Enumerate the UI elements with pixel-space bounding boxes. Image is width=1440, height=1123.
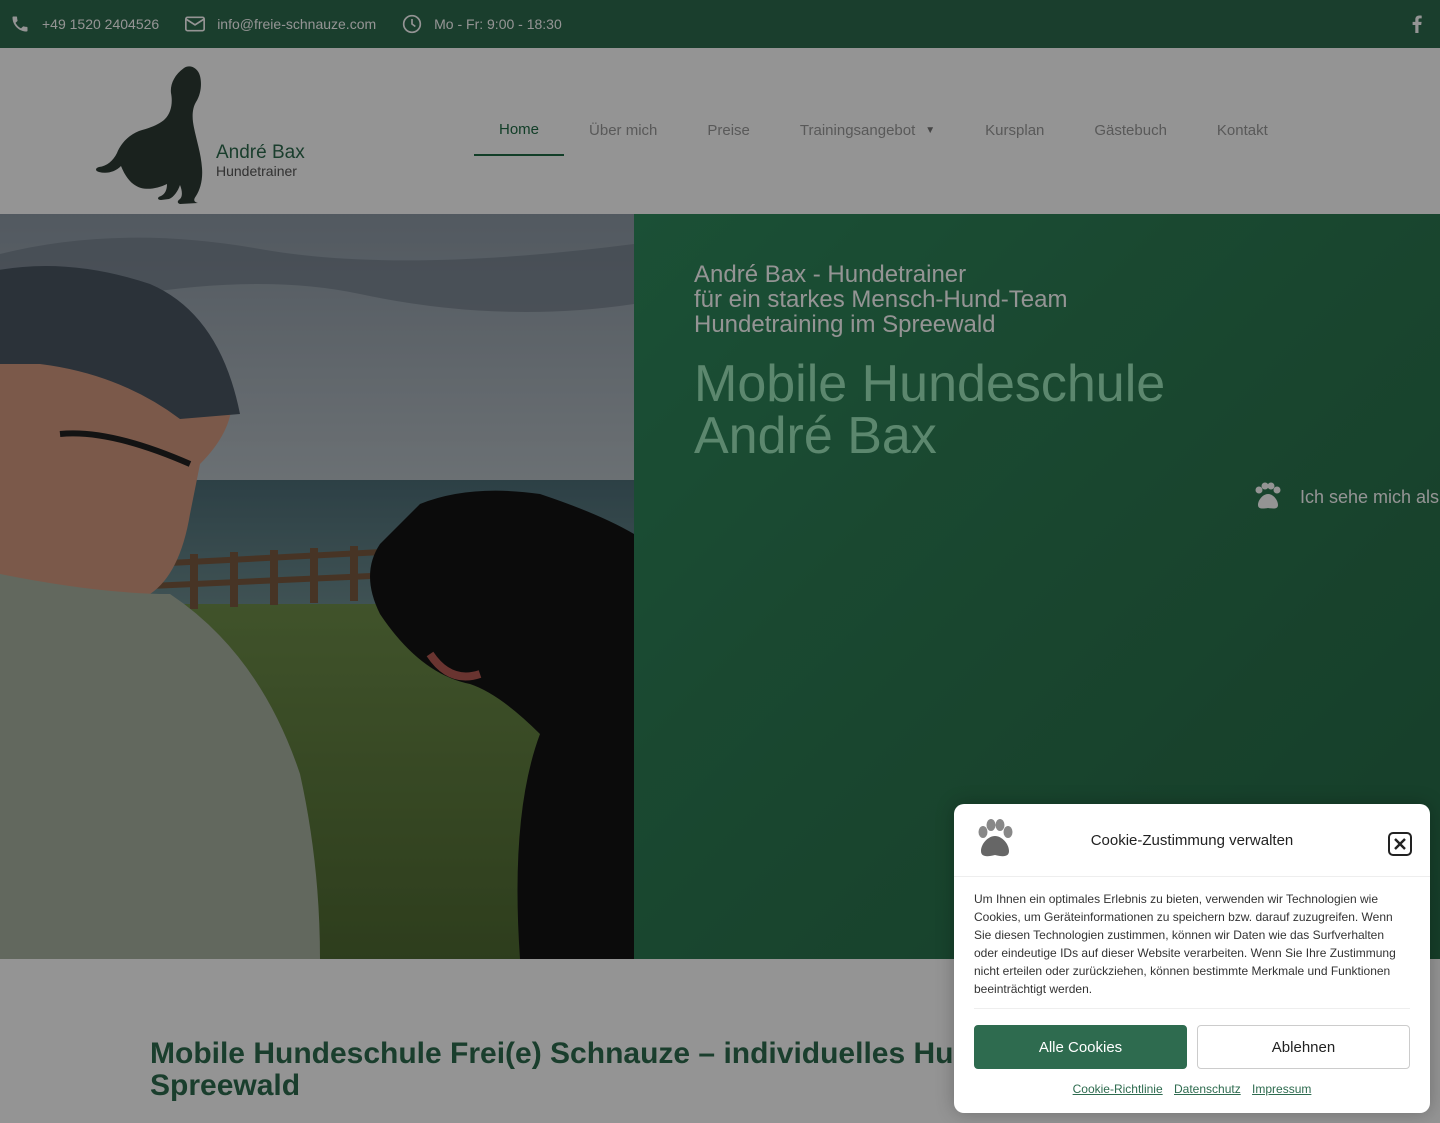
paw-icon xyxy=(1255,482,1281,509)
envelope-icon xyxy=(185,16,206,32)
cookie-dialog-links: Cookie-Richtlinie Datenschutz Impressum xyxy=(954,1082,1430,1096)
site-logo[interactable]: André Bax Hundetrainer xyxy=(92,60,332,205)
logo-tagline: Hundetrainer xyxy=(216,163,297,179)
clock-icon xyxy=(402,14,422,34)
ticker-text: Ich sehe mich als xyxy=(1300,486,1440,507)
hero-photo xyxy=(0,214,634,959)
top-bar: +49 1520 2404526 info@freie-schnauze.com… xyxy=(0,0,1440,48)
nav-item-home[interactable]: Home xyxy=(474,106,565,156)
nav-item-label: Trainingsangebot xyxy=(799,122,916,139)
phone-icon xyxy=(12,16,28,32)
nav-item-label: Preise xyxy=(707,122,750,139)
phone-number: +49 1520 2404526 xyxy=(42,16,160,32)
cookie-dialog-title: Cookie-Zustimmung verwalten xyxy=(1090,832,1294,849)
cookie-policy-link[interactable]: Cookie-Richtlinie xyxy=(1073,1082,1163,1096)
close-icon xyxy=(1394,838,1406,850)
nav-item-label: Über mich xyxy=(589,122,658,139)
cookie-dialog-text: Um Ihnen ein optimales Erlebnis zu biete… xyxy=(974,892,1396,996)
phone-info[interactable]: +49 1520 2404526 xyxy=(10,14,159,34)
dog-silhouette-icon xyxy=(96,66,203,204)
hero-subtitle-line: André Bax - Hundetrainer xyxy=(694,261,967,288)
cookie-consent-dialog: Cookie-Zustimmung verwalten Um Ihnen ein… xyxy=(954,804,1430,1113)
nav-item-gaestebuch[interactable]: Gästebuch xyxy=(1069,106,1192,156)
nav-item-preise[interactable]: Preise xyxy=(682,106,775,156)
nav-item-ueber-mich[interactable]: Über mich xyxy=(564,106,682,156)
site-header: André Bax Hundetrainer Home Über mich Pr… xyxy=(0,48,1440,214)
accept-all-cookies-button[interactable]: Alle Cookies xyxy=(974,1025,1187,1069)
hero-title: Mobile Hundeschule André Bax xyxy=(694,358,1165,462)
hero-ticker: Ich sehe mich als xyxy=(1250,480,1439,514)
nav-item-kontakt[interactable]: Kontakt xyxy=(1192,106,1293,156)
hero-subtitle-line: Hundetraining im Spreewald xyxy=(694,311,996,338)
nav-item-label: Gästebuch xyxy=(1094,122,1167,139)
email-address: info@freie-schnauze.com xyxy=(217,16,377,32)
hours-info: Mo - Fr: 9:00 - 18:30 xyxy=(402,14,562,34)
facebook-icon[interactable] xyxy=(1412,15,1422,33)
caret-down-icon: ▼ xyxy=(925,125,936,136)
hero-title-line: André Bax xyxy=(694,407,937,465)
nav-item-label: Kontakt xyxy=(1216,122,1268,139)
main-navigation: Home Über mich Preise Trainingsangebot ▼ … xyxy=(474,106,1293,156)
nav-item-kursplan[interactable]: Kursplan xyxy=(960,106,1069,156)
opening-hours: Mo - Fr: 9:00 - 18:30 xyxy=(434,16,562,32)
nav-item-label: Home xyxy=(499,121,540,138)
man-and-dog-photo xyxy=(0,214,634,959)
privacy-link[interactable]: Datenschutz xyxy=(1174,1082,1241,1096)
deny-cookies-button[interactable]: Ablehnen xyxy=(1197,1025,1410,1069)
divider xyxy=(974,1008,1410,1009)
hero-subtitle-line: für ein starkes Mensch-Hund-Team xyxy=(694,286,1068,313)
hero-subtitle: André Bax - Hundetrainer für ein starkes… xyxy=(694,262,1067,337)
nav-item-trainingsangebot[interactable]: Trainingsangebot ▼ xyxy=(775,106,960,156)
imprint-link[interactable]: Impressum xyxy=(1252,1082,1311,1096)
hero-title-line: Mobile Hundeschule xyxy=(694,355,1166,413)
logo-name: André Bax xyxy=(216,142,305,163)
close-button[interactable] xyxy=(1388,832,1412,856)
email-info[interactable]: info@freie-schnauze.com xyxy=(185,16,376,32)
nav-item-label: Kursplan xyxy=(985,122,1045,139)
divider xyxy=(954,876,1430,877)
